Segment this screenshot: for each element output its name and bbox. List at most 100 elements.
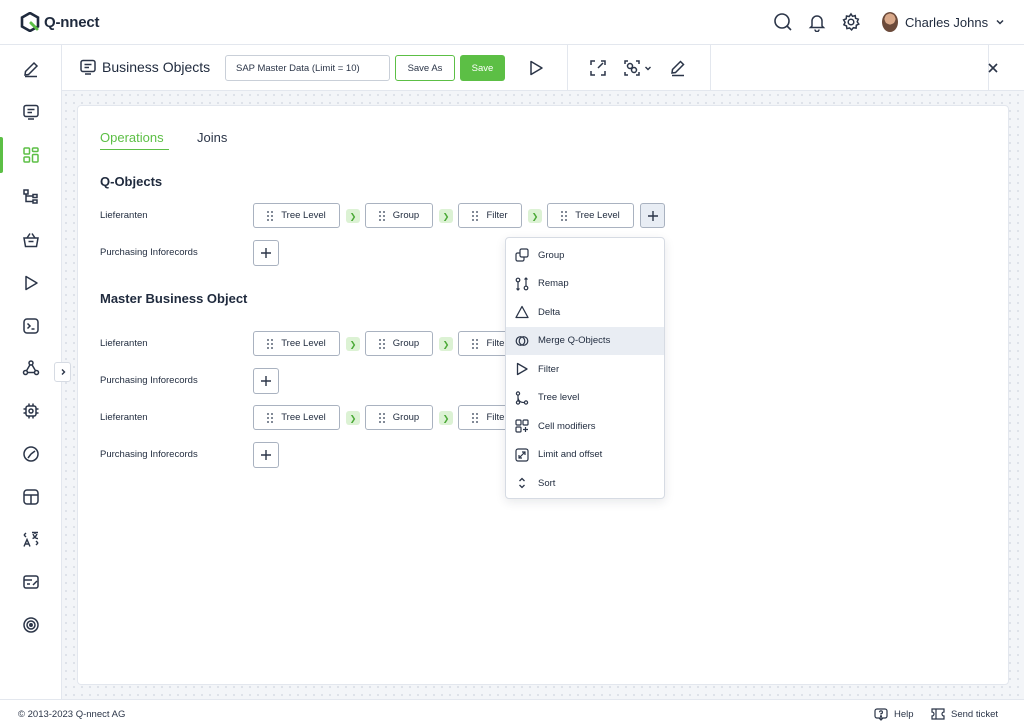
operation-pill[interactable]: Tree Level bbox=[253, 405, 340, 430]
gear-icon[interactable] bbox=[841, 12, 861, 32]
tab-operations[interactable]: Operations bbox=[100, 130, 164, 145]
plus-icon bbox=[261, 248, 271, 258]
tab-joins[interactable]: Joins bbox=[197, 130, 227, 145]
sidebar-item-monitor[interactable] bbox=[0, 92, 62, 132]
menu-item-limit-and-offset[interactable]: Limit and offset bbox=[506, 441, 664, 470]
sidebar-item-card[interactable] bbox=[0, 562, 62, 602]
chevron-right-icon bbox=[61, 369, 65, 375]
chevron-right-icon: ❯ bbox=[528, 209, 542, 223]
menu-item-group[interactable]: Group bbox=[506, 241, 664, 270]
sidebar-item-layout[interactable] bbox=[0, 477, 62, 517]
menu-item-filter[interactable]: Filter bbox=[506, 355, 664, 384]
operation-pill[interactable]: Tree Level bbox=[547, 203, 634, 228]
drag-handle-icon bbox=[267, 338, 274, 349]
run-play-icon[interactable] bbox=[527, 59, 545, 77]
save-as-button[interactable]: Save As bbox=[395, 55, 455, 81]
monitor-icon bbox=[79, 58, 97, 76]
pencil-icon bbox=[24, 61, 39, 78]
chevron-down-icon bbox=[645, 66, 651, 71]
drag-handle-icon bbox=[472, 338, 479, 349]
plus-icon bbox=[647, 210, 658, 221]
drag-handle-icon bbox=[378, 412, 385, 423]
row-label: Lieferanten bbox=[100, 412, 148, 423]
sidebar-item-target[interactable] bbox=[0, 605, 62, 645]
row-label: Purchasing Inforecords bbox=[100, 449, 198, 460]
sidebar-item-run[interactable] bbox=[0, 263, 62, 303]
sidebar-item-translate[interactable] bbox=[0, 519, 62, 559]
play-icon bbox=[25, 275, 38, 291]
transform-icon bbox=[624, 60, 640, 76]
user-menu[interactable]: Charles Johns bbox=[882, 12, 1005, 32]
edit-pencil-icon[interactable] bbox=[669, 59, 687, 77]
drag-handle-icon bbox=[378, 210, 385, 221]
gauge-icon bbox=[23, 446, 39, 462]
menu-item-label: Remap bbox=[538, 278, 569, 290]
sidebar-item-hierarchy[interactable] bbox=[0, 177, 62, 217]
menu-item-label: Delta bbox=[538, 306, 561, 318]
select-area-icon[interactable] bbox=[589, 59, 607, 77]
menu-item-remap[interactable]: Remap bbox=[506, 270, 664, 299]
qnnect-logo-icon bbox=[20, 12, 40, 32]
help-label: Help bbox=[894, 709, 914, 720]
filter-icon bbox=[516, 363, 528, 376]
row-label: Purchasing Inforecords bbox=[100, 375, 198, 386]
sidebar-item-gauge[interactable] bbox=[0, 434, 62, 474]
add-operation-button[interactable] bbox=[253, 442, 279, 468]
search-icon[interactable] bbox=[773, 12, 793, 32]
drag-handle-icon bbox=[378, 338, 385, 349]
sidebar-item-processor[interactable] bbox=[0, 391, 62, 431]
sidebar-item-editor[interactable] bbox=[0, 49, 62, 89]
sidebar-item-network[interactable] bbox=[0, 348, 62, 388]
operation-pill[interactable]: Group bbox=[365, 203, 433, 228]
menu-item-cell-modifiers[interactable]: Cell modifiers bbox=[506, 412, 664, 441]
operation-label: Tree Level bbox=[281, 412, 326, 423]
close-icon[interactable] bbox=[986, 61, 1000, 75]
plus-icon bbox=[261, 376, 271, 386]
menu-item-label: Filter bbox=[538, 363, 560, 375]
sidebar-expand-button[interactable] bbox=[54, 362, 71, 382]
sidebar-item-terminal[interactable] bbox=[0, 306, 62, 346]
avatar bbox=[882, 12, 898, 32]
page-title: Business Objects bbox=[102, 59, 211, 75]
layout-icon bbox=[23, 489, 39, 505]
sidebar bbox=[0, 45, 62, 699]
menu-item-merge-q-objects[interactable]: Merge Q-Objects bbox=[506, 326, 664, 355]
add-operation-button[interactable] bbox=[253, 240, 279, 266]
object-name-input[interactable] bbox=[225, 55, 390, 81]
row-label: Lieferanten bbox=[100, 210, 148, 221]
add-operation-menu: Group Remap Delta Merge Q-Objects Filter… bbox=[505, 237, 665, 499]
top-bar: Q-nnect Charles Johns bbox=[0, 0, 1024, 45]
chevron-right-icon: ❯ bbox=[346, 411, 360, 425]
user-name: Charles Johns bbox=[905, 14, 989, 30]
drag-handle-icon bbox=[472, 412, 479, 423]
operation-pill[interactable]: Filter bbox=[458, 203, 522, 228]
dashboard-icon bbox=[23, 147, 39, 163]
network-icon bbox=[22, 360, 40, 376]
send-ticket-link[interactable]: Send ticket bbox=[931, 708, 998, 720]
operation-label: Group bbox=[392, 210, 420, 221]
help-link[interactable]: Help bbox=[874, 708, 914, 721]
menu-item-sort[interactable]: Sort bbox=[506, 469, 664, 498]
limit-offset-icon bbox=[515, 448, 529, 462]
transform-dropdown[interactable] bbox=[623, 59, 652, 77]
operation-pill[interactable]: Tree Level bbox=[253, 331, 340, 356]
menu-item-label: Limit and offset bbox=[538, 449, 603, 461]
menu-item-delta[interactable]: Delta bbox=[506, 298, 664, 327]
target-icon bbox=[23, 617, 39, 633]
operation-label: Tree Level bbox=[281, 210, 326, 221]
sort-icon bbox=[519, 477, 525, 489]
operation-pill[interactable]: Tree Level bbox=[253, 203, 340, 228]
bell-icon[interactable] bbox=[807, 12, 827, 32]
menu-item-tree-level[interactable]: Tree level bbox=[506, 384, 664, 413]
sidebar-item-basket[interactable] bbox=[0, 220, 62, 260]
add-operation-button[interactable] bbox=[640, 203, 665, 228]
add-operation-button[interactable] bbox=[253, 368, 279, 394]
section-title-master-business-object: Master Business Object bbox=[100, 291, 248, 306]
save-button[interactable]: Save bbox=[460, 55, 505, 81]
remap-icon bbox=[515, 276, 529, 291]
operation-pill[interactable]: Group bbox=[365, 331, 433, 356]
operation-pill[interactable]: Group bbox=[365, 405, 433, 430]
drag-handle-icon bbox=[472, 210, 479, 221]
row-label: Purchasing Inforecords bbox=[100, 247, 198, 258]
sidebar-item-business-objects[interactable] bbox=[0, 135, 62, 175]
